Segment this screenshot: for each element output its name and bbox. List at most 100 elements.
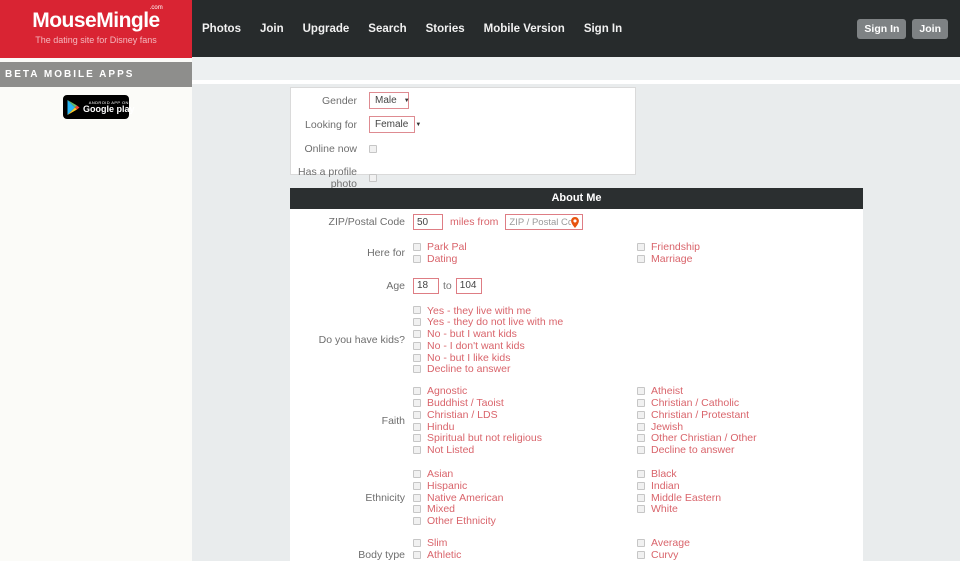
zip-input-box xyxy=(505,214,583,230)
zip-input[interactable] xyxy=(509,217,571,228)
body-type-group: Body type SlimAthleticBig and lovely/han… xyxy=(290,537,863,561)
join-button[interactable]: Join xyxy=(912,19,948,39)
checkbox[interactable] xyxy=(413,387,421,395)
checkbox-option: Decline to answer xyxy=(637,444,757,456)
looking-for-select[interactable]: Female ▼ xyxy=(369,116,415,133)
checkbox[interactable] xyxy=(637,482,645,490)
sign-in-button[interactable]: Sign In xyxy=(857,19,906,39)
checkbox[interactable] xyxy=(637,399,645,407)
online-now-row: Online now xyxy=(291,143,635,155)
checkbox[interactable] xyxy=(413,470,421,478)
checkbox[interactable] xyxy=(413,365,421,373)
checkbox-label: Slim xyxy=(427,537,447,549)
checkbox[interactable] xyxy=(413,539,421,547)
checkbox-option: Christian / LDS xyxy=(413,409,637,421)
google-play-badge[interactable]: ANDROID APP ON Google play xyxy=(63,95,129,119)
checkbox-label: Spiritual but not religious xyxy=(427,432,542,444)
checkbox[interactable] xyxy=(637,387,645,395)
checkbox-label: Christian / Protestant xyxy=(651,409,749,421)
sub-header-band xyxy=(192,57,960,80)
logo-tagline: The dating site for Disney fans xyxy=(0,35,192,45)
checkbox[interactable] xyxy=(413,318,421,326)
nav-items: Photos Join Upgrade Search Stories Mobil… xyxy=(202,23,622,35)
checkbox-option: Black xyxy=(637,468,721,480)
nav-sign-in[interactable]: Sign In xyxy=(584,23,622,35)
nav-mobile-version[interactable]: Mobile Version xyxy=(484,23,565,35)
checkbox[interactable] xyxy=(637,411,645,419)
checkbox[interactable] xyxy=(637,470,645,478)
checkbox[interactable] xyxy=(413,446,421,454)
checkbox[interactable] xyxy=(637,243,645,251)
checkbox-option: Middle Eastern xyxy=(637,492,721,504)
ethnicity-group: Ethnicity AsianHispanicNative AmericanMi… xyxy=(290,468,863,527)
nav-search[interactable]: Search xyxy=(368,23,406,35)
checkbox-label: Atheist xyxy=(651,385,683,397)
checkbox-option: Hispanic xyxy=(413,480,637,492)
checkbox-label: White xyxy=(651,503,678,515)
checkbox[interactable] xyxy=(413,306,421,314)
checkbox[interactable] xyxy=(413,411,421,419)
sidebar: MouseMingle.com The dating site for Disn… xyxy=(0,0,192,561)
checkbox[interactable] xyxy=(413,482,421,490)
checkbox[interactable] xyxy=(413,551,421,559)
checkbox[interactable] xyxy=(413,505,421,513)
checkbox-option: Jewish xyxy=(637,421,757,433)
checkbox[interactable] xyxy=(413,255,421,263)
miles-from-text: miles from xyxy=(450,216,498,228)
checkbox[interactable] xyxy=(637,446,645,454)
age-min-input[interactable] xyxy=(413,278,439,294)
here-for-col2: FriendshipMarriage xyxy=(637,241,700,265)
checkbox[interactable] xyxy=(413,423,421,431)
nav-upgrade[interactable]: Upgrade xyxy=(303,23,350,35)
checkbox[interactable] xyxy=(413,434,421,442)
checkbox-option: Agnostic xyxy=(413,385,637,397)
checkbox-label: Middle Eastern xyxy=(651,492,721,504)
online-now-checkbox[interactable] xyxy=(369,145,377,153)
checkbox[interactable] xyxy=(413,517,421,525)
logo[interactable]: MouseMingle.com The dating site for Disn… xyxy=(0,0,192,58)
ethnicity-label: Ethnicity xyxy=(290,492,413,504)
chevron-down-icon: ▼ xyxy=(404,98,410,104)
checkbox-option: Asian xyxy=(413,468,637,480)
checkbox[interactable] xyxy=(637,494,645,502)
checkbox-option: Decline to answer xyxy=(413,364,637,376)
checkbox-label: Park Pal xyxy=(427,241,467,253)
checkbox[interactable] xyxy=(413,494,421,502)
checkbox-label: Athletic xyxy=(427,549,461,561)
content-background: Gender Male ▼ Looking for Female ▼ Onlin… xyxy=(192,84,960,561)
checkbox[interactable] xyxy=(637,551,645,559)
checkbox-label: Yes - they do not live with me xyxy=(427,316,563,328)
checkbox-label: Christian / LDS xyxy=(427,409,498,421)
checkbox-option: Christian / Protestant xyxy=(637,409,757,421)
checkbox[interactable] xyxy=(413,354,421,362)
checkbox-option: Hindu xyxy=(413,421,637,433)
age-row: Age to xyxy=(290,278,863,294)
checkbox[interactable] xyxy=(637,434,645,442)
age-max-input[interactable] xyxy=(456,278,482,294)
nav-join[interactable]: Join xyxy=(260,23,284,35)
nav-stories[interactable]: Stories xyxy=(426,23,465,35)
has-photo-checkbox[interactable] xyxy=(369,174,377,182)
gender-label: Gender xyxy=(291,95,357,107)
radius-input[interactable] xyxy=(413,214,443,230)
location-pin-icon[interactable] xyxy=(571,217,579,228)
checkbox-option: Friendship xyxy=(637,241,700,253)
checkbox[interactable] xyxy=(637,505,645,513)
about-me-panel: ZIP/Postal Code miles from Here for Park… xyxy=(290,209,863,561)
checkbox[interactable] xyxy=(637,423,645,431)
faith-col1: AgnosticBuddhist / TaoistChristian / LDS… xyxy=(413,385,637,456)
ethnicity-col1: AsianHispanicNative AmericanMixedOther E… xyxy=(413,468,637,527)
checkbox-option: Slim xyxy=(413,537,637,549)
checkbox[interactable] xyxy=(413,342,421,350)
nav-photos[interactable]: Photos xyxy=(202,23,241,35)
checkbox[interactable] xyxy=(413,243,421,251)
here-for-group: Here for Park PalDating FriendshipMarria… xyxy=(290,241,863,265)
logo-title: MouseMingle.com xyxy=(32,10,160,31)
checkbox[interactable] xyxy=(413,330,421,338)
checkbox-label: Hindu xyxy=(427,421,454,433)
checkbox[interactable] xyxy=(637,539,645,547)
checkbox-label: Indian xyxy=(651,480,680,492)
checkbox[interactable] xyxy=(637,255,645,263)
checkbox[interactable] xyxy=(413,399,421,407)
gender-select[interactable]: Male ▼ xyxy=(369,92,409,109)
